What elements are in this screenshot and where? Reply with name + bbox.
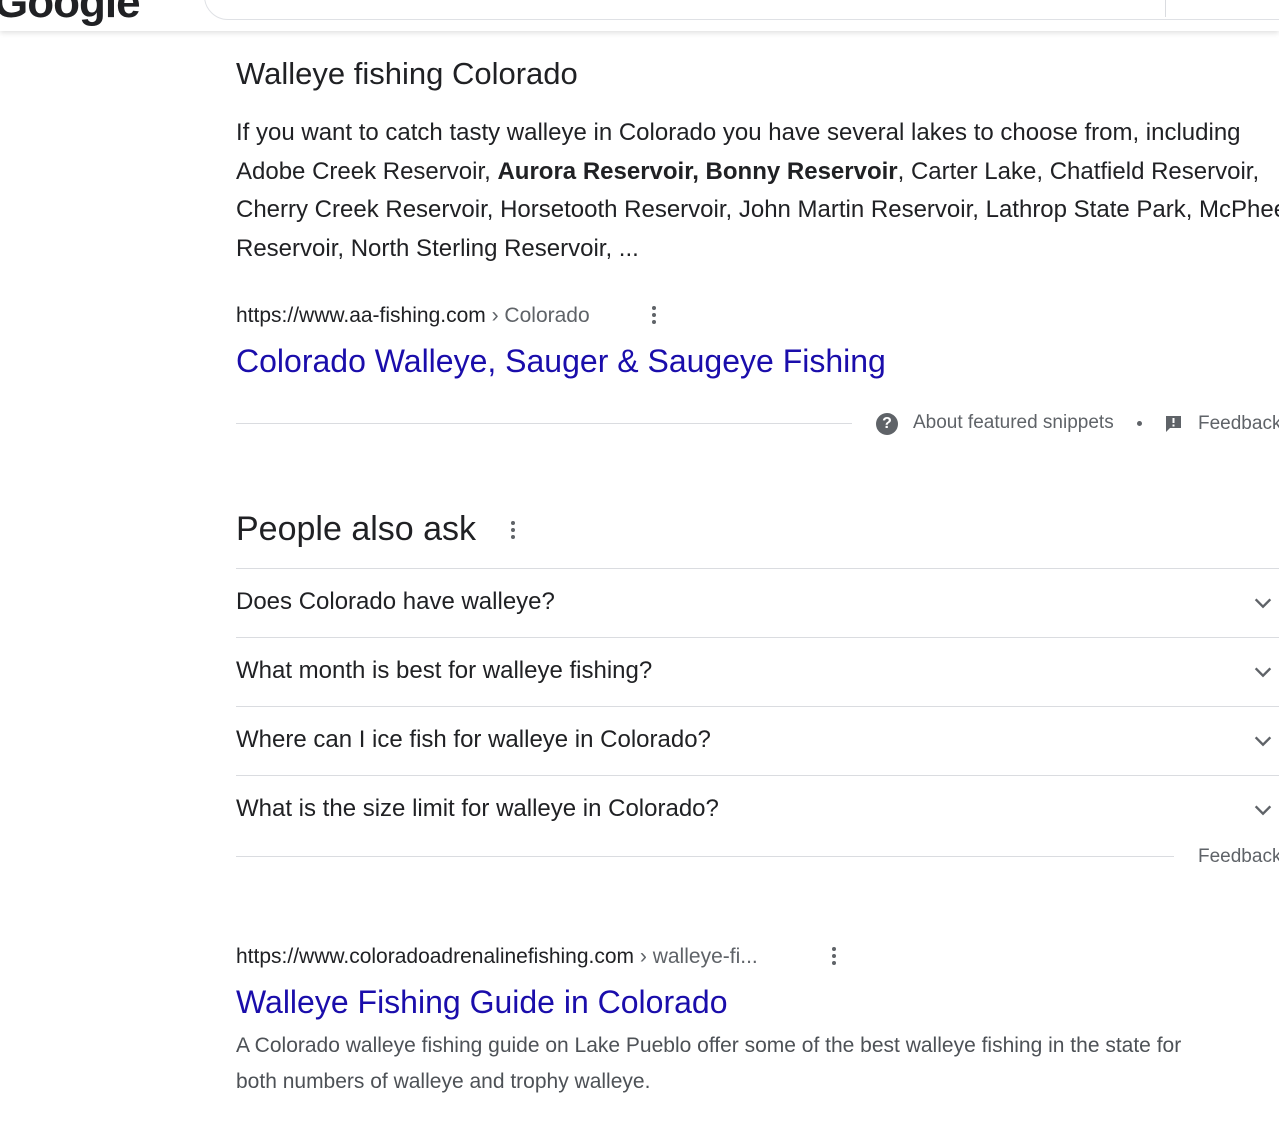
snippet-title-link[interactable]: Colorado Walleye, Sauger & Saugeye Fishi…: [236, 343, 886, 380]
more-vert-icon[interactable]: [652, 306, 656, 327]
more-vert-icon[interactable]: [832, 947, 836, 968]
paa-feedback-link[interactable]: Feedback: [1198, 846, 1279, 868]
chevron-down-icon[interactable]: [1252, 799, 1274, 821]
paa-divider: [236, 706, 1279, 707]
search-header: Google: [0, 0, 1279, 31]
paa-bottom-divider: [236, 856, 1174, 857]
paa-question-text: What month is best for walleye fishing?: [236, 657, 653, 684]
paa-question-text: What is the size limit for walleye in Co…: [236, 795, 719, 822]
result-crumb: › walleye-fi...: [634, 945, 758, 968]
snippet-heading: Walleye fishing Colorado: [236, 56, 578, 91]
snippet-source-crumb: › Colorado: [485, 304, 590, 327]
feedback-flag-icon[interactable]: [1164, 415, 1183, 433]
result-description: A Colorado walleye fishing guide on Lake…: [236, 1034, 1182, 1093]
paa-question-row[interactable]: What month is best for walleye fishing?: [236, 637, 1279, 706]
paa-divider: [236, 775, 1279, 776]
result-cite[interactable]: https://www.coloradoadrenalinefishing.co…: [236, 945, 758, 969]
paa-question-row[interactable]: Where can I ice fish for walleye in Colo…: [236, 706, 1279, 775]
paa-question-row[interactable]: What is the size limit for walleye in Co…: [236, 775, 1279, 844]
google-logo[interactable]: Google: [0, 0, 141, 28]
snippet-source-cite[interactable]: https://www.aa-fishing.com › Colorado: [236, 304, 590, 328]
separator-dot: [1137, 421, 1142, 426]
snippet-divider: [236, 423, 852, 424]
snippet-text-bold: Aurora Reservoir, Bonny Reservoir: [497, 157, 898, 185]
paa-heading: People also ask: [236, 510, 477, 548]
snippet-feedback-link[interactable]: Feedback: [1198, 413, 1279, 435]
chevron-down-icon[interactable]: [1252, 730, 1274, 752]
result-url: https://www.coloradoadrenalinefishing.co…: [236, 945, 635, 968]
paa-question-row[interactable]: Does Colorado have walleye?: [236, 568, 1279, 637]
chevron-down-icon[interactable]: [1252, 592, 1274, 614]
search-input[interactable]: [204, 0, 1279, 20]
paa-question-text: Does Colorado have walleye?: [236, 588, 555, 615]
snippet-text: If you want to catch tasty walleye in Co…: [236, 114, 1279, 268]
paa-divider: [236, 637, 1279, 638]
paa-question-text: Where can I ice fish for walleye in Colo…: [236, 726, 711, 753]
result-title-link[interactable]: Walleye Fishing Guide in Colorado: [236, 984, 728, 1021]
help-circle-icon[interactable]: ?: [876, 413, 898, 435]
snippet-source-url: https://www.aa-fishing.com: [236, 304, 486, 327]
about-featured-snippets-link[interactable]: About featured snippets: [913, 412, 1114, 434]
search-divider: [1165, 0, 1166, 17]
chevron-down-icon[interactable]: [1252, 661, 1274, 683]
paa-divider: [236, 568, 1279, 569]
more-vert-icon[interactable]: [511, 521, 515, 542]
